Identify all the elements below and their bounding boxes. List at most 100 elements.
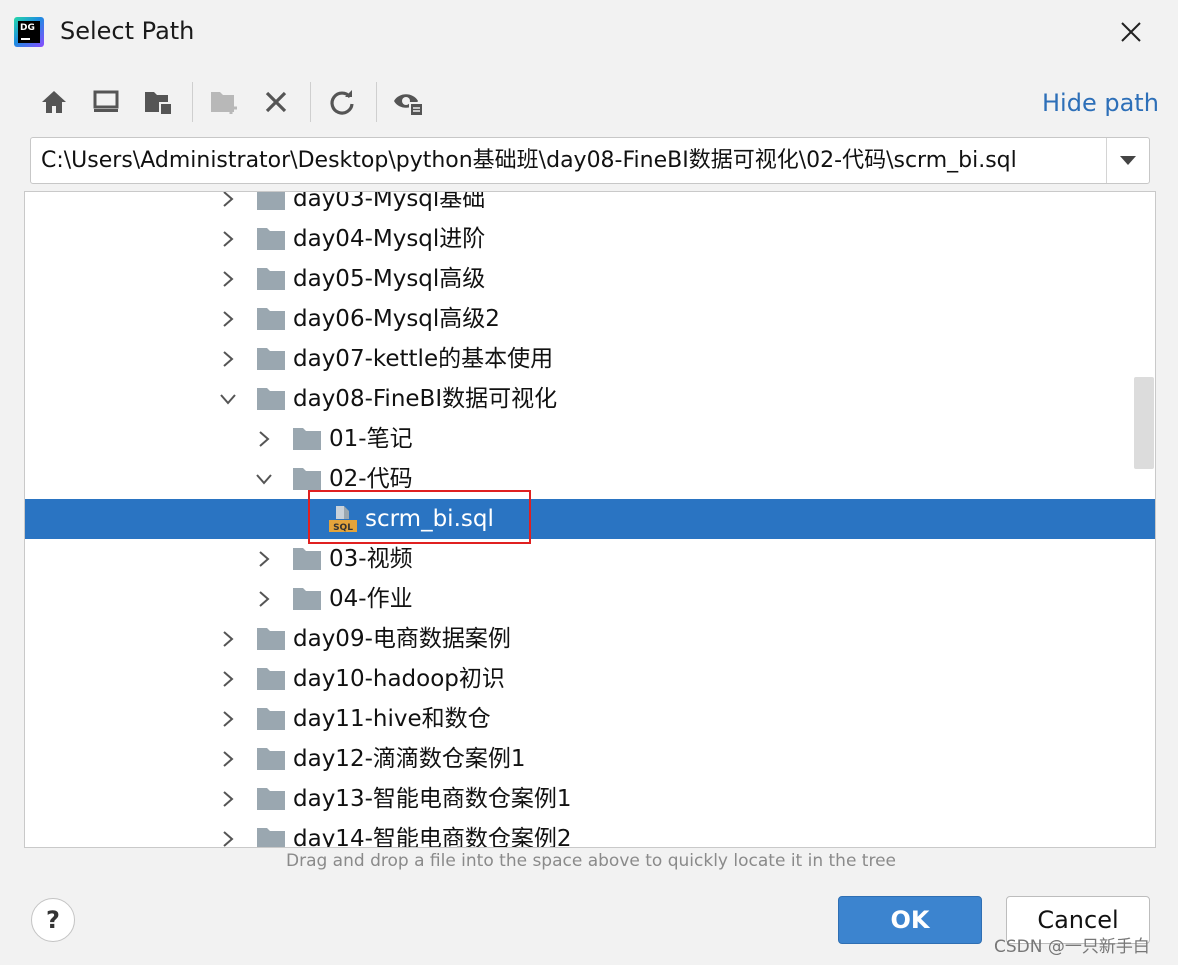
- folder-icon: [257, 268, 285, 290]
- folder-icon: [293, 468, 321, 490]
- folder-icon: [257, 828, 285, 847]
- folder-icon: [257, 228, 285, 250]
- toolbar: Hide path: [30, 80, 1160, 124]
- vertical-scrollbar-thumb[interactable]: [1134, 377, 1154, 469]
- close-icon: [1121, 22, 1141, 42]
- show-hidden-button[interactable]: [390, 84, 426, 120]
- tree-row[interactable]: day06-Mysql高级2: [25, 299, 1155, 339]
- tree-row-selected[interactable]: SQL scrm_bi.sql: [25, 499, 1155, 539]
- drag-drop-hint: Drag and drop a file into the space abov…: [285, 851, 897, 871]
- tree-row-label: day10-hadoop初识: [293, 666, 505, 692]
- chevron-right-icon[interactable]: [217, 628, 239, 650]
- dialog-title: Select Path: [60, 17, 195, 45]
- chevron-right-icon[interactable]: [217, 192, 239, 210]
- tree-row[interactable]: day10-hadoop初识: [25, 659, 1155, 699]
- chevron-down-icon[interactable]: [217, 388, 239, 410]
- path-dropdown-button[interactable]: [1107, 138, 1149, 183]
- home-button[interactable]: [36, 84, 72, 120]
- new-folder-button[interactable]: [206, 84, 242, 120]
- tree-row[interactable]: 01-笔记: [25, 419, 1155, 459]
- tree-row-label: day12-滴滴数仓案例1: [293, 746, 526, 772]
- folder-icon: [257, 192, 285, 210]
- chevron-right-icon[interactable]: [217, 708, 239, 730]
- tree-row-label: day09-电商数据案例: [293, 626, 511, 652]
- tree-row-label: day14-智能电商数仓案例2: [293, 826, 572, 848]
- tree-row-label: day03-Mysql基础: [293, 191, 486, 212]
- tree-row[interactable]: 04-作业: [25, 579, 1155, 619]
- tree-row-label: 04-作业: [329, 586, 413, 612]
- tree-row[interactable]: day14-智能电商数仓案例2: [25, 819, 1155, 848]
- tree-row[interactable]: day11-hive和数仓: [25, 699, 1155, 739]
- ok-button[interactable]: OK: [838, 896, 982, 944]
- chevron-right-icon[interactable]: [217, 668, 239, 690]
- delete-icon: [265, 91, 287, 113]
- delete-button[interactable]: [258, 84, 294, 120]
- help-icon: ?: [46, 906, 60, 934]
- project-folder-icon: [145, 92, 171, 114]
- chevron-right-icon[interactable]: [217, 268, 239, 290]
- tree-row[interactable]: day12-滴滴数仓案例1: [25, 739, 1155, 779]
- tree-row[interactable]: day05-Mysql高级: [25, 259, 1155, 299]
- refresh-button[interactable]: [324, 84, 360, 120]
- tree-row-label: 01-笔记: [329, 426, 413, 452]
- tree-row[interactable]: day08-FineBI数据可视化: [25, 379, 1155, 419]
- folder-icon: [257, 668, 285, 690]
- folder-icon: [257, 708, 285, 730]
- tree-row-label: scrm_bi.sql: [365, 506, 494, 532]
- watermark-text: CSDN @一只新手白: [994, 937, 1150, 957]
- folder-icon: [257, 748, 285, 770]
- refresh-icon: [330, 90, 354, 115]
- folder-icon: [293, 588, 321, 610]
- chevron-right-icon[interactable]: [253, 428, 275, 450]
- desktop-button[interactable]: [88, 84, 124, 120]
- tree-row[interactable]: day07-kettle的基本使用: [25, 339, 1155, 379]
- chevron-right-icon[interactable]: [217, 748, 239, 770]
- chevron-down-icon: [1120, 155, 1136, 165]
- folder-icon: [257, 308, 285, 330]
- tree-row[interactable]: day03-Mysql基础: [25, 191, 1155, 219]
- path-input[interactable]: [41, 144, 1101, 178]
- new-folder-icon: [211, 92, 237, 114]
- chevron-right-icon[interactable]: [217, 828, 239, 847]
- file-tree[interactable]: day03-Mysql基础 day04-Mysql进阶 day05-Mysql高…: [24, 191, 1156, 848]
- title-bar: DG Select Path: [0, 0, 1178, 64]
- tree-row[interactable]: day09-电商数据案例: [25, 619, 1155, 659]
- desktop-icon: [93, 90, 119, 112]
- folder-icon: [257, 388, 285, 410]
- home-icon: [42, 91, 66, 113]
- chevron-right-icon[interactable]: [217, 308, 239, 330]
- toolbar-separator: [192, 82, 193, 122]
- tree-row[interactable]: day13-智能电商数仓案例1: [25, 779, 1155, 819]
- chevron-right-icon[interactable]: [253, 548, 275, 570]
- folder-icon: [257, 348, 285, 370]
- sql-badge-text: SQL: [333, 523, 353, 533]
- toolbar-separator: [376, 82, 377, 122]
- show-hidden-icon: [394, 94, 422, 115]
- tree-row-label: day08-FineBI数据可视化: [293, 386, 558, 412]
- tree-row-label: 02-代码: [329, 466, 413, 492]
- folder-icon: [293, 548, 321, 570]
- folder-icon: [293, 428, 321, 450]
- chevron-right-icon[interactable]: [217, 348, 239, 370]
- tree-row[interactable]: 02-代码: [25, 459, 1155, 499]
- tree-row[interactable]: day04-Mysql进阶: [25, 219, 1155, 259]
- toolbar-separator: [310, 82, 311, 122]
- folder-icon: [257, 628, 285, 650]
- tree-row-label: day07-kettle的基本使用: [293, 346, 554, 372]
- project-folder-button[interactable]: [140, 84, 176, 120]
- chevron-down-icon[interactable]: [253, 468, 275, 490]
- tree-row-label: day13-智能电商数仓案例1: [293, 786, 572, 812]
- close-button[interactable]: [1108, 12, 1154, 52]
- tree-row-label: day11-hive和数仓: [293, 706, 491, 732]
- tree-row-label: day05-Mysql高级: [293, 266, 486, 292]
- tree-row[interactable]: 03-视频: [25, 539, 1155, 579]
- datagrip-app-icon: DG: [14, 17, 44, 47]
- chevron-right-icon[interactable]: [253, 588, 275, 610]
- chevron-right-icon[interactable]: [217, 788, 239, 810]
- app-icon-text: DG: [20, 23, 35, 33]
- sql-file-icon: SQL: [329, 506, 357, 533]
- hide-path-link[interactable]: Hide path: [1042, 87, 1159, 119]
- path-combobox[interactable]: [30, 137, 1150, 184]
- chevron-right-icon[interactable]: [217, 228, 239, 250]
- help-button[interactable]: ?: [31, 898, 75, 942]
